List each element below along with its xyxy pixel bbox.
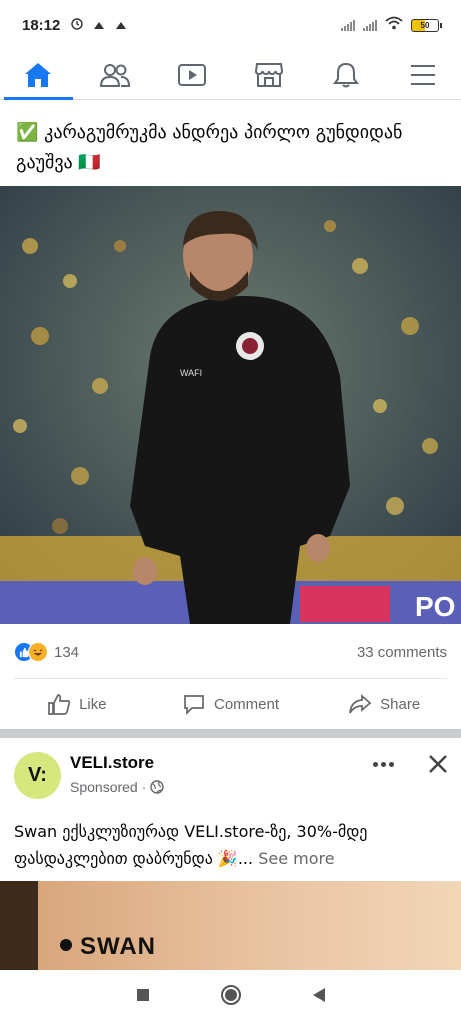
close-icon[interactable]: [424, 750, 452, 778]
brand-dot: [60, 939, 72, 951]
alarm-icon: [70, 16, 84, 34]
status-bar: 18:12 50: [0, 0, 461, 50]
share-label: Share: [380, 695, 421, 713]
globe-icon: [150, 780, 164, 794]
bell-icon: [332, 62, 359, 87]
more-options-button[interactable]: [366, 752, 400, 776]
thumbs-up-icon: [48, 694, 71, 715]
tab-notifications[interactable]: [307, 50, 384, 99]
video-icon: [178, 63, 207, 86]
see-more-link[interactable]: See more: [253, 849, 334, 868]
comment-count[interactable]: 33 comments: [357, 644, 447, 661]
tab-home[interactable]: [0, 50, 77, 100]
status-time: 18:12: [22, 16, 61, 34]
tab-menu[interactable]: [384, 50, 461, 99]
page-name[interactable]: VELI.store: [70, 753, 154, 773]
system-nav-bar: [0, 970, 461, 1024]
cloud-icon: [114, 16, 128, 34]
comment-icon: [184, 695, 204, 715]
ad-text: Swan ექსკლუზიურად VELI.store-ზე, 30%-მდე…: [14, 822, 368, 868]
banner-text: PO: [415, 591, 455, 622]
marketplace-icon: [254, 62, 283, 87]
avatar[interactable]: V:: [14, 752, 61, 799]
divider: [14, 678, 447, 679]
like-label: Like: [79, 695, 107, 713]
jacket-brand: WAFI: [180, 368, 202, 378]
wifi-icon: [385, 16, 403, 34]
feed-separator: [0, 729, 461, 738]
ad-brand-text: SWAN: [80, 933, 156, 960]
like-button[interactable]: Like: [0, 682, 154, 726]
recents-icon[interactable]: [135, 987, 151, 1007]
tab-marketplace[interactable]: [230, 50, 307, 99]
signal-icon: [341, 19, 355, 31]
ad-image[interactable]: SWAN: [0, 881, 461, 971]
tab-friends[interactable]: [77, 50, 154, 99]
cloud-icon: [92, 16, 106, 34]
comment-label: Comment: [213, 695, 280, 713]
signal-icon: [363, 19, 377, 31]
reactions-row[interactable]: 134 33 comments: [14, 636, 447, 668]
comment-button[interactable]: Comment: [154, 682, 308, 726]
top-nav-bar: [0, 50, 461, 100]
post-actions: Like Comment Share: [0, 682, 461, 726]
hamburger-menu-icon: [410, 64, 435, 85]
sponsored-label: Sponsored ·: [70, 779, 164, 795]
post-photo[interactable]: PO WAFI: [0, 186, 461, 624]
home-icon: [25, 62, 52, 87]
battery-icon: 50: [411, 18, 442, 32]
friends-icon: [100, 63, 131, 87]
share-icon: [349, 694, 372, 714]
back-icon[interactable]: [311, 986, 327, 1008]
reaction-count: 134: [54, 643, 80, 661]
tab-watch[interactable]: [154, 50, 231, 99]
home-button-icon[interactable]: [220, 984, 242, 1010]
post-text: ✅ კარაგუმრუკმა ანდრეა პირლო გუნდიდან გაუ…: [16, 122, 403, 173]
haha-reaction-icon: [28, 642, 48, 662]
share-button[interactable]: Share: [307, 682, 461, 726]
